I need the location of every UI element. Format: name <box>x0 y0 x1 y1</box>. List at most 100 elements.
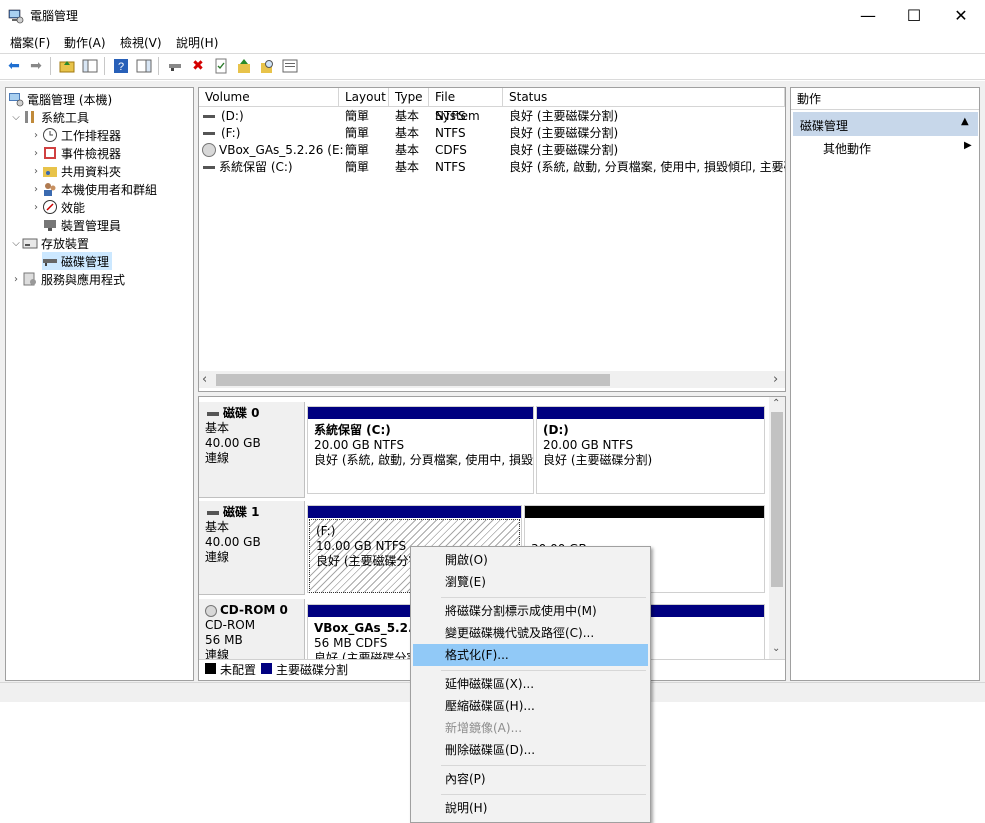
menu-item-extend-volume[interactable]: 延伸磁碟區(X)... <box>413 673 648 695</box>
collapse-up-icon[interactable]: ▲ <box>961 116 969 127</box>
chevron-right-icon[interactable]: › <box>30 166 42 177</box>
scroll-down-icon[interactable]: ⌄ <box>772 643 780 654</box>
disk-management-icon <box>42 253 58 269</box>
cell-volume: VBox_GAs_5.2.26 (E:) <box>219 143 343 157</box>
chevron-right-icon[interactable]: › <box>30 202 42 213</box>
users-icon <box>42 181 58 197</box>
tree-item-local-users[interactable]: › 本機使用者和群組 <box>30 180 157 198</box>
disk-1-info[interactable]: 磁碟 1 基本 40.00 GB 連線 <box>199 501 305 595</box>
tree-item-task-scheduler[interactable]: › 工作排程器 <box>30 126 121 144</box>
properties-icon[interactable] <box>212 57 230 75</box>
column-header-type[interactable]: Type <box>389 88 429 107</box>
partition-d[interactable]: (D:) 20.00 GB NTFS 良好 (主要磁碟分割) <box>536 406 765 494</box>
show-hide-tree-icon[interactable] <box>81 57 99 75</box>
cd-drive-icon <box>202 143 216 157</box>
tree-item-shared-folders[interactable]: › 共用資料夾 <box>30 162 121 180</box>
disk-0-info[interactable]: 磁碟 0 基本 40.00 GB 連線 <box>199 402 305 498</box>
menu-item-mark-active[interactable]: 將磁碟分割標示成使用中(M) <box>413 600 648 622</box>
actions-pane <box>790 87 980 681</box>
volume-icon <box>203 115 215 118</box>
tree-item-services[interactable]: › 服務與應用程式 <box>10 270 125 288</box>
disk-type: 基本 <box>205 421 230 435</box>
menu-item-shrink-volume[interactable]: 壓縮磁碟區(H)... <box>413 695 648 717</box>
table-row[interactable]: VBox_GAs_5.2.26 (E:) 簡單 基本 CDFS 良好 (主要磁碟… <box>199 142 785 159</box>
disk-type: CD-ROM <box>205 618 256 632</box>
tree-item-system-tools[interactable]: ⌵ 系統工具 <box>10 108 89 126</box>
partition-c[interactable]: 系統保留 (C:) 20.00 GB NTFS 良好 (系統, 啟動, 分頁檔案… <box>307 406 534 494</box>
column-header-status[interactable]: Status <box>503 88 785 107</box>
scrollbar-thumb[interactable] <box>771 412 783 587</box>
disk-name: 磁碟 0 <box>223 406 260 420</box>
scroll-right-icon[interactable]: › <box>773 372 778 387</box>
cell-volume: 系統保留 (C:) <box>219 160 293 174</box>
partition-bar <box>308 506 521 518</box>
minimize-button[interactable]: — <box>845 0 891 31</box>
chevron-right-icon[interactable]: › <box>10 274 22 285</box>
actions-section-disk-management[interactable]: 磁碟管理 ▲ <box>793 112 978 136</box>
table-row[interactable]: (F:) 簡單 基本 NTFS 良好 (主要磁碟分割) <box>199 125 785 142</box>
cell-file-system: NTFS <box>435 109 466 123</box>
partition-bar <box>537 407 764 419</box>
chevron-right-icon[interactable]: › <box>30 130 42 141</box>
column-header-file-system[interactable]: File System <box>429 88 503 123</box>
disk-status: 連線 <box>205 648 230 659</box>
menu-item-delete-volume[interactable]: 刪除磁碟區(D)... <box>413 739 648 761</box>
menu-view[interactable]: 檢視(V) <box>120 34 162 51</box>
more-actions-item[interactable]: 其他動作 ▶ <box>793 138 978 158</box>
navigation-tree: 電腦管理 (本機) ⌵ 系統工具 › 工作排程器 › 事件檢視器 › 共用資料夾… <box>5 87 194 681</box>
tree-label: 工作排程器 <box>61 128 122 143</box>
tree-label: 本機使用者和群組 <box>61 182 158 197</box>
back-icon[interactable]: ⬅ <box>5 57 23 75</box>
scroll-up-icon[interactable]: ⌃ <box>772 398 780 409</box>
disk-status: 連線 <box>205 550 230 564</box>
close-button[interactable]: ✕ <box>938 0 984 31</box>
scrollbar-thumb[interactable] <box>216 374 610 386</box>
table-row[interactable]: 系統保留 (C:) 簡單 基本 NTFS 良好 (系統, 啟動, 分頁檔案, 使… <box>199 159 785 176</box>
menu-item-format[interactable]: 格式化(F)... <box>413 644 648 666</box>
up-folder-icon[interactable] <box>58 57 76 75</box>
tree-item-disk-management[interactable]: 磁碟管理 <box>42 252 113 270</box>
menu-item-explore[interactable]: 瀏覽(E) <box>413 571 648 593</box>
maximize-button[interactable]: ☐ <box>891 0 937 31</box>
menu-action[interactable]: 動作(A) <box>64 34 106 51</box>
chevron-down-icon[interactable]: ⌵ <box>10 112 22 123</box>
menu-file[interactable]: 檔案(F) <box>10 34 50 51</box>
tree-item-root[interactable]: 電腦管理 (本機) <box>8 90 112 108</box>
computer-management-icon <box>8 9 24 24</box>
chevron-down-icon[interactable]: ⌵ <box>10 238 22 249</box>
show-hide-action-pane-icon[interactable] <box>135 57 153 75</box>
tree-item-storage[interactable]: ⌵ 存放裝置 <box>10 234 89 252</box>
menu-item-change-drive-letter[interactable]: 變更磁碟機代號及路徑(C)... <box>413 622 648 644</box>
connect-drive-icon[interactable] <box>166 57 184 75</box>
chevron-right-icon[interactable]: › <box>30 184 42 195</box>
event-viewer-icon <box>42 145 58 161</box>
menu-item-properties[interactable]: 內容(P) <box>413 768 648 790</box>
tree-label: 共用資料夾 <box>61 164 122 179</box>
volume-icon <box>203 166 215 169</box>
delete-icon[interactable]: ✖ <box>189 57 207 75</box>
tree-item-performance[interactable]: › 效能 <box>30 198 85 216</box>
tree-item-event-viewer[interactable]: › 事件檢視器 <box>30 144 121 162</box>
menu-item-help[interactable]: 說明(H) <box>413 797 648 819</box>
forward-icon[interactable]: ➡ <box>27 57 45 75</box>
column-header-volume[interactable]: Volume <box>199 88 339 107</box>
chevron-right-icon: ▶ <box>964 140 972 151</box>
table-row[interactable]: (D:) 簡單 基本 NTFS 良好 (主要磁碟分割) <box>199 108 785 125</box>
refresh-up-icon[interactable] <box>235 57 253 75</box>
disk-type: 基本 <box>205 520 230 534</box>
legend-primary-swatch <box>261 663 272 674</box>
column-header-layout[interactable]: Layout <box>339 88 389 107</box>
cdrom-0-info[interactable]: CD-ROM 0 CD-ROM 56 MB 連線 <box>199 599 305 659</box>
partition-name: (D:) <box>543 423 569 437</box>
help-icon[interactable]: ? <box>112 57 130 75</box>
chevron-right-icon[interactable]: › <box>30 148 42 159</box>
search-icon[interactable] <box>258 57 276 75</box>
tree-item-device-manager[interactable]: 裝置管理員 <box>42 216 121 234</box>
menu-item-open[interactable]: 開啟(O) <box>413 549 648 571</box>
list-view-icon[interactable] <box>281 57 299 75</box>
cell-status: 良好 (主要磁碟分割) <box>509 143 619 157</box>
scroll-left-icon[interactable]: ‹ <box>202 372 207 387</box>
tree-label: 事件檢視器 <box>61 146 122 161</box>
menu-help[interactable]: 說明(H) <box>176 34 218 51</box>
performance-icon <box>42 199 58 215</box>
